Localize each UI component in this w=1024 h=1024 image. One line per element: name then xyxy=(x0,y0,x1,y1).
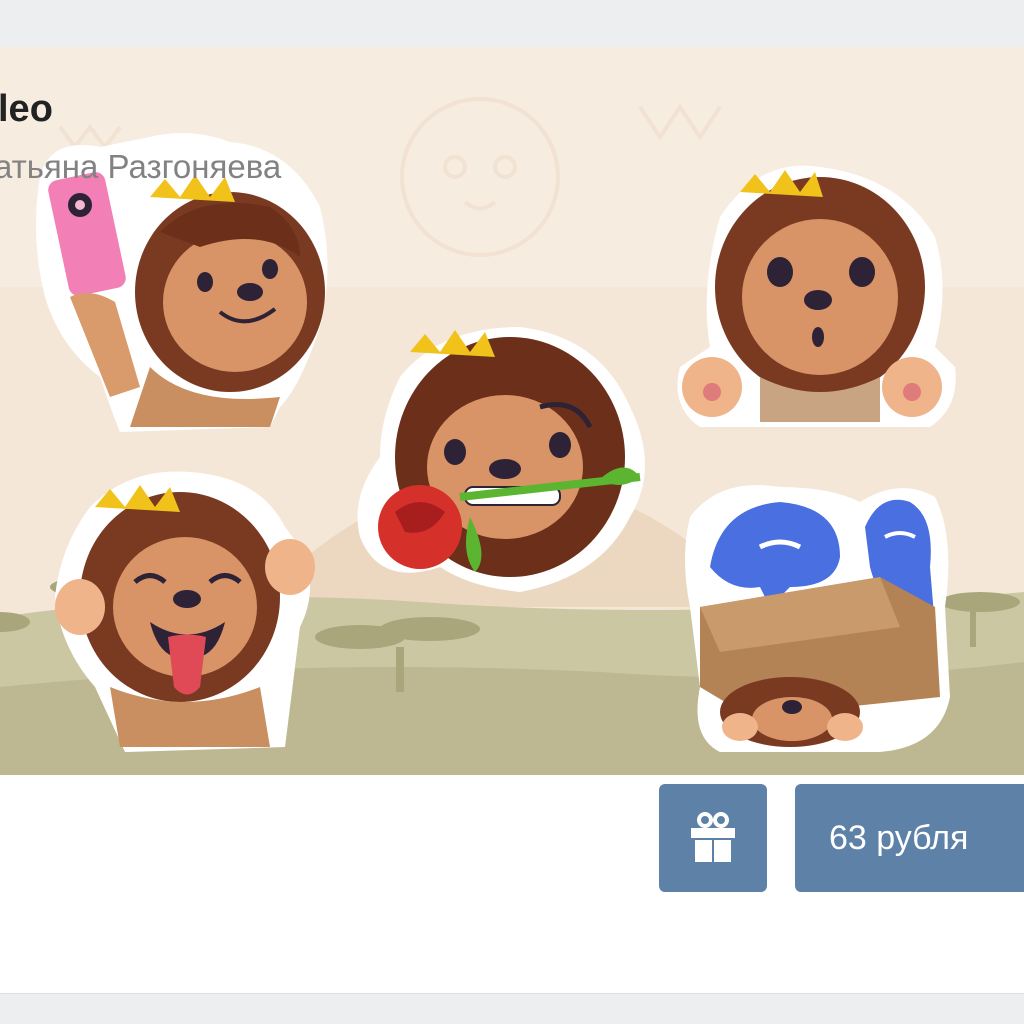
lion-box-ghosts-sticker xyxy=(685,485,950,752)
gift-icon xyxy=(691,812,735,862)
gift-button[interactable] xyxy=(659,784,767,892)
sticker-pack-title: leo xyxy=(0,88,53,130)
sticker-pack-author[interactable]: атьяна Разгоняева xyxy=(0,148,281,186)
price-label: 63 рубля xyxy=(829,818,969,857)
buy-button[interactable]: 63 рубля xyxy=(795,784,1024,892)
